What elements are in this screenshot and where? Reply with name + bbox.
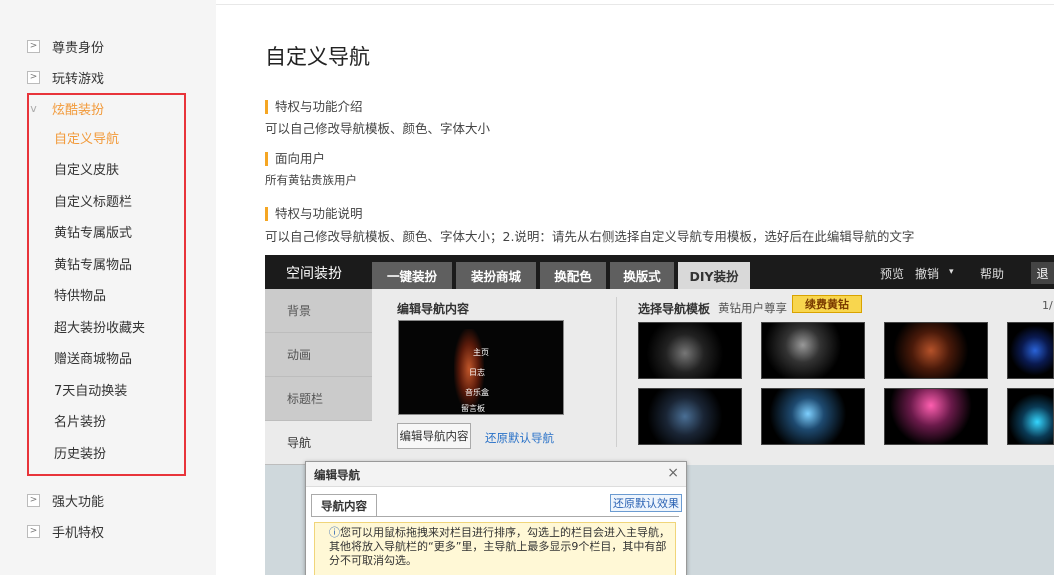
help-link[interactable]: 帮助 <box>980 265 1004 282</box>
template-thumbnail[interactable] <box>638 322 742 379</box>
tab-one-click[interactable]: 一键装扮 <box>372 262 452 289</box>
preview-nav-item: 音乐盒 <box>465 388 489 397</box>
section-heading-users: 面向用户 <box>265 152 325 166</box>
embedded-screenshot: 空间装扮 一键装扮 装扮商城 换配色 换版式 DIY装扮 预览 撤销 ▾ 帮助 … <box>265 255 1054 575</box>
info-icon: ⓘ <box>329 526 340 539</box>
renew-vip-button[interactable]: 续费黄钻 <box>792 295 862 313</box>
template-thumbnail[interactable] <box>884 322 988 379</box>
chevron-right-icon: > <box>27 524 40 538</box>
undo-dropdown-icon[interactable]: ▾ <box>949 267 954 277</box>
template-thumbnail[interactable] <box>1007 388 1054 445</box>
nav-group-qiangdagongneng[interactable]: > 强大功能 <box>27 490 104 510</box>
nav-group-label: 手机特权 <box>52 525 105 541</box>
divider <box>616 297 617 447</box>
preview-link[interactable]: 预览 <box>880 265 904 282</box>
restore-nav-link[interactable]: 还原默认导航 <box>485 430 554 446</box>
nav-group-label: 玩转游戏 <box>52 71 105 87</box>
template-thumbnail[interactable] <box>761 388 865 445</box>
preview-nav-item: 日志 <box>469 368 485 377</box>
chevron-right-icon: > <box>27 493 40 507</box>
edit-nav-button[interactable]: 编辑导航内容 <box>397 423 471 449</box>
decor-side-nav[interactable]: 导航 <box>265 421 372 465</box>
nav-preview: 主页 日志 音乐盒 留言板 <box>398 320 564 415</box>
nav-group-shoujitequan[interactable]: > 手机特权 <box>27 521 104 541</box>
undo-link[interactable]: 撤销 <box>915 265 939 282</box>
template-thumbnail[interactable] <box>1007 322 1054 379</box>
highlight-box <box>27 93 186 476</box>
preview-nav-item: 留言板 <box>461 404 485 413</box>
template-thumbnail[interactable] <box>638 388 742 445</box>
restore-default-button[interactable]: 还原默认效果 <box>610 494 682 512</box>
page-indicator: 1/ <box>1042 299 1053 312</box>
preview-nav-item: 主页 <box>473 348 489 357</box>
decor-brand: 空间装扮 <box>286 266 342 282</box>
decor-main-panel: 编辑导航内容 主页 日志 音乐盒 留言板 编辑导航内容 还原默认导航 选择导航模… <box>372 289 1054 465</box>
exit-button[interactable]: 退 <box>1031 262 1054 284</box>
template-thumbnail[interactable] <box>761 322 865 379</box>
nav-group-label: 尊贵身份 <box>52 40 105 56</box>
section-heading-intro: 特权与功能介绍 <box>265 100 363 114</box>
section-heading-desc: 特权与功能说明 <box>265 207 363 221</box>
tab-diy[interactable]: DIY装扮 <box>678 262 750 289</box>
nav-group-zunguishenfen[interactable]: > 尊贵身份 <box>27 36 104 56</box>
section-body-users: 所有黄钻贵族用户 <box>265 173 357 187</box>
template-label: 选择导航模板 <box>638 302 711 316</box>
vip-note: 黄钻用户尊享 <box>718 301 787 315</box>
template-thumbnail[interactable] <box>884 388 988 445</box>
decor-side-menu: 背景 动画 标题栏 导航 <box>265 289 372 465</box>
vip-badge-label: 续费黄钻 <box>805 298 849 311</box>
decor-side-animation[interactable]: 动画 <box>265 333 372 377</box>
nav-group-label: 强大功能 <box>52 494 105 510</box>
tab-divider <box>311 516 679 517</box>
dialog-title: 编辑导航 <box>314 468 360 482</box>
notice-line: 其他将放入导航栏的“更多”里，主导航上最多显示9个栏目，其中有部 <box>329 540 667 553</box>
dialog-titlebar: 编辑导航 × <box>306 462 686 487</box>
decor-side-background[interactable]: 背景 <box>265 289 372 333</box>
chevron-right-icon: > <box>27 70 40 84</box>
tab-color[interactable]: 换配色 <box>540 262 606 289</box>
close-icon[interactable]: × <box>667 465 679 481</box>
tab-layout[interactable]: 换版式 <box>610 262 674 289</box>
tab-nav-content[interactable]: 导航内容 <box>311 494 377 517</box>
section-body-desc: 可以自己修改导航模板、颜色、字体大小；2.说明：请先从右侧选择自定义导航专用模板… <box>265 229 915 244</box>
notice-line: 分不可取消勾选。 <box>329 554 417 567</box>
nav-group-wanzhuanyouxi[interactable]: > 玩转游戏 <box>27 67 104 87</box>
chevron-right-icon: > <box>27 39 40 53</box>
decor-toolbar: 空间装扮 一键装扮 装扮商城 换配色 换版式 DIY装扮 预览 撤销 ▾ 帮助 … <box>265 255 1054 289</box>
dialog-notice: ⓘ您可以用鼠标拖拽来对栏目进行排序，勾选上的栏目会进入主导航， 其他将放入导航栏… <box>314 522 676 575</box>
section-body-intro: 可以自己修改导航模板、颜色、字体大小 <box>265 121 491 136</box>
notice-line: 您可以用鼠标拖拽来对栏目进行排序，勾选上的栏目会进入主导航， <box>340 526 670 539</box>
decor-side-titlebar[interactable]: 标题栏 <box>265 377 372 421</box>
edit-nav-dialog: 编辑导航 × 导航内容 还原默认效果 ⓘ您可以用鼠标拖拽来对栏目进行排序，勾选上… <box>305 461 687 575</box>
edit-nav-label: 编辑导航内容 <box>397 302 470 316</box>
page-title: 自定义导航 <box>265 45 370 69</box>
tab-store[interactable]: 装扮商城 <box>456 262 536 289</box>
top-divider <box>216 4 1054 5</box>
